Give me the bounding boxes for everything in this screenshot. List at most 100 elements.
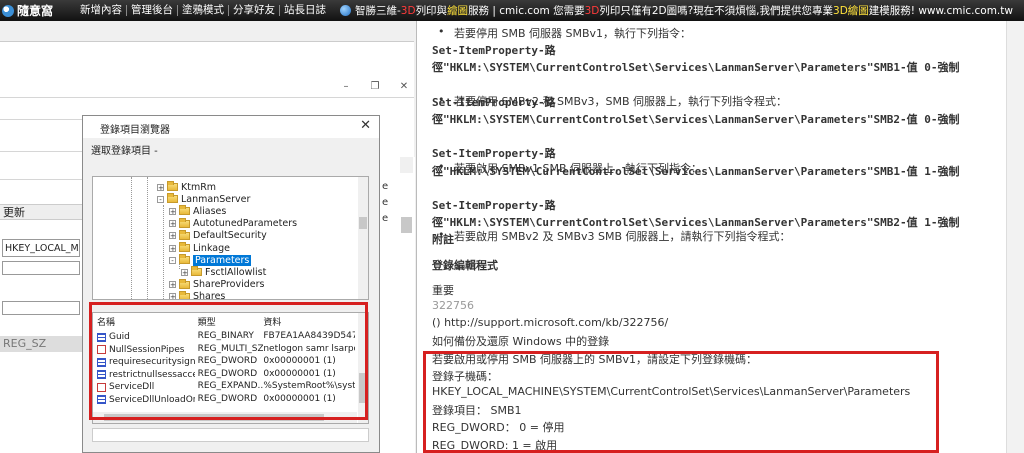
tree-scrollbar-thumb[interactable] xyxy=(359,217,367,229)
article-line: 若要啟用 SMBv2 及 SMBv3 SMB 伺服器上，請執行下列指令程式： xyxy=(432,228,1006,244)
tree-item-label: KtmRm xyxy=(181,181,217,193)
tree-item-label: Parameters xyxy=(193,254,252,266)
divider xyxy=(0,179,82,180)
folder-icon xyxy=(179,254,190,265)
folder-icon xyxy=(179,290,190,299)
tree-item[interactable]: - LanmanServer xyxy=(157,193,250,205)
tree-item-label: Aliases xyxy=(193,205,227,217)
dialog-titlebar: 登錄項目瀏覽器 ✕ xyxy=(83,116,379,138)
expand-icon[interactable]: + xyxy=(169,232,176,240)
article-line: 如何備份及還原 Windows 中的登錄 xyxy=(432,335,610,349)
tree-item-label: AutotunedParameters xyxy=(193,218,298,230)
tree-item[interactable]: + KtmRm xyxy=(157,181,216,193)
highlight-box xyxy=(423,351,939,453)
value-field[interactable] xyxy=(2,301,80,315)
expand-icon[interactable]: + xyxy=(181,268,188,276)
article-line: 徑"HKLM:\SYSTEM\CurrentControlSet\Service… xyxy=(432,216,960,230)
divider xyxy=(0,97,414,98)
reg-type-field[interactable]: REG_SZ xyxy=(0,336,82,352)
collapse-icon[interactable]: - xyxy=(169,256,176,264)
article-line: () http://support.microsoft.com/kb/32275… xyxy=(432,316,669,330)
folder-icon xyxy=(179,242,190,252)
top-bar: 隨意窩 新增內容 管理後台 塗鴉模式 分享好友 站長日誌 智勝三維-3D列印與繪圖服務 … xyxy=(0,0,1024,21)
tree-guide xyxy=(147,177,148,299)
expand-icon[interactable]: + xyxy=(169,293,176,299)
expand-icon[interactable]: + xyxy=(169,220,176,228)
highlight-box xyxy=(89,302,368,420)
article-line: 徑"HKLM:\SYSTEM\CurrentControlSet\Service… xyxy=(432,61,960,75)
article-line: 322756 xyxy=(432,299,474,312)
ad-text[interactable]: 智勝三維-3D列印與繪圖服務 | cmic.com 您需要3D列印只僅有2D圖嗎… xyxy=(355,3,1013,18)
folder-icon xyxy=(179,205,190,216)
article-line: 若要停用 SMB 伺服器 SMBv1，執行下列指令： xyxy=(432,25,1006,41)
scrollbar-thumb[interactable] xyxy=(401,217,412,233)
top-nav-item[interactable]: 塗鴉模式 xyxy=(178,5,229,16)
article-line: 重要 xyxy=(432,283,454,297)
page-scrollbar[interactable] xyxy=(1006,21,1024,453)
dialog-title: 登錄項目瀏覽器 xyxy=(100,125,170,136)
logo-icon xyxy=(2,4,14,17)
tree-item-label: Shares xyxy=(193,291,226,300)
tree-item[interactable]: + FsctlAllowlist xyxy=(181,266,266,278)
tree-item-label: DefaultSecurity xyxy=(193,230,267,242)
folder-icon xyxy=(167,193,178,204)
ad-text-part: 3D xyxy=(584,5,600,17)
dialog-bottom-bar xyxy=(92,428,369,442)
tree-item-label: LanmanServer xyxy=(181,193,251,205)
ad-text-part: 列印只僅有2D圖嗎?現在不須煩惱,我們提供您專業 xyxy=(599,5,834,17)
expand-icon[interactable]: + xyxy=(169,281,176,289)
scrollbar[interactable] xyxy=(400,157,413,173)
value-field[interactable] xyxy=(2,261,80,275)
ad-text-part: 3D xyxy=(400,5,416,17)
article-line: Set-ItemProperty-路 xyxy=(432,147,556,161)
article-line: 附註 xyxy=(432,233,454,247)
top-nav-item[interactable]: 分享好友 xyxy=(229,5,280,16)
folder-icon xyxy=(167,181,178,191)
expand-icon[interactable]: + xyxy=(157,183,164,191)
tree-item[interactable]: + Shares xyxy=(169,290,226,300)
tree-item-label: FsctlAllowlist xyxy=(205,266,267,278)
tree-item[interactable]: + ShareProviders xyxy=(169,278,265,291)
restore-icon[interactable]: ❐ xyxy=(365,81,385,97)
ad-text-part: 建模服務! www.cmic.com.tw xyxy=(868,5,1013,17)
ad-text-part: 服務 | cmic.com 您需要 xyxy=(468,5,585,17)
expand-icon[interactable]: + xyxy=(169,244,176,252)
tree-item[interactable]: + DefaultSecurity xyxy=(169,229,267,242)
registry-tree[interactable]: + KtmRm - LanmanServer + Aliases + AutotunedPar… xyxy=(92,176,369,300)
article-line: Set-ItemProperty-路 xyxy=(432,95,556,109)
tree-item[interactable]: + AutotunedParameters xyxy=(169,217,298,230)
tree-guide xyxy=(163,205,164,299)
update-header: 更新 xyxy=(0,204,82,220)
article-line: 徑"HKLM:\SYSTEM\CurrentControlSet\Service… xyxy=(432,113,960,126)
registry-key-field[interactable]: HKEY_LOCAL_MACHINE xyxy=(2,239,80,257)
article-line: 登錄編輯程式 xyxy=(432,258,498,272)
tree-guide xyxy=(131,177,132,299)
close-icon[interactable]: ✕ xyxy=(394,81,414,97)
globe-icon xyxy=(340,5,351,16)
tree-item-label: Linkage xyxy=(193,242,230,254)
site-logo[interactable]: 隨意窩 xyxy=(0,2,66,19)
ad-text-part: 3D繪圖 xyxy=(833,5,869,17)
tree-item[interactable]: + Linkage xyxy=(169,242,230,254)
top-nav-item[interactable]: 新增內容 xyxy=(76,5,127,16)
minimize-icon[interactable]: – xyxy=(336,81,356,97)
folder-icon xyxy=(179,278,190,289)
collapse-icon[interactable]: - xyxy=(157,195,164,203)
top-nav-item[interactable]: 管理後台 xyxy=(127,5,178,16)
folder-icon xyxy=(179,217,190,228)
tree-scrollbar[interactable] xyxy=(358,177,368,299)
tree-item[interactable]: - Parameters xyxy=(169,254,252,266)
close-icon[interactable]: ✕ xyxy=(360,118,371,133)
list-item[interactable]: e xyxy=(379,195,415,211)
top-nav-item[interactable]: 站長日誌 xyxy=(280,5,330,16)
tree-item[interactable]: + Aliases xyxy=(169,205,226,217)
expand-icon[interactable]: + xyxy=(169,207,176,215)
dialog-prompt: 選取登錄項目 - xyxy=(91,146,158,157)
article-line: Set-ItemProperty-路 xyxy=(432,199,556,212)
side-list: e e e xyxy=(378,157,415,453)
top-ad[interactable]: 智勝三維-3D列印與繪圖服務 | cmic.com 您需要3D列印只僅有2D圖嗎… xyxy=(340,3,1013,18)
list-item[interactable]: e xyxy=(379,179,415,195)
tree-item-label: ShareProviders xyxy=(193,279,265,291)
ad-text-part: 列印與 xyxy=(415,5,448,17)
folder-icon xyxy=(191,266,202,277)
